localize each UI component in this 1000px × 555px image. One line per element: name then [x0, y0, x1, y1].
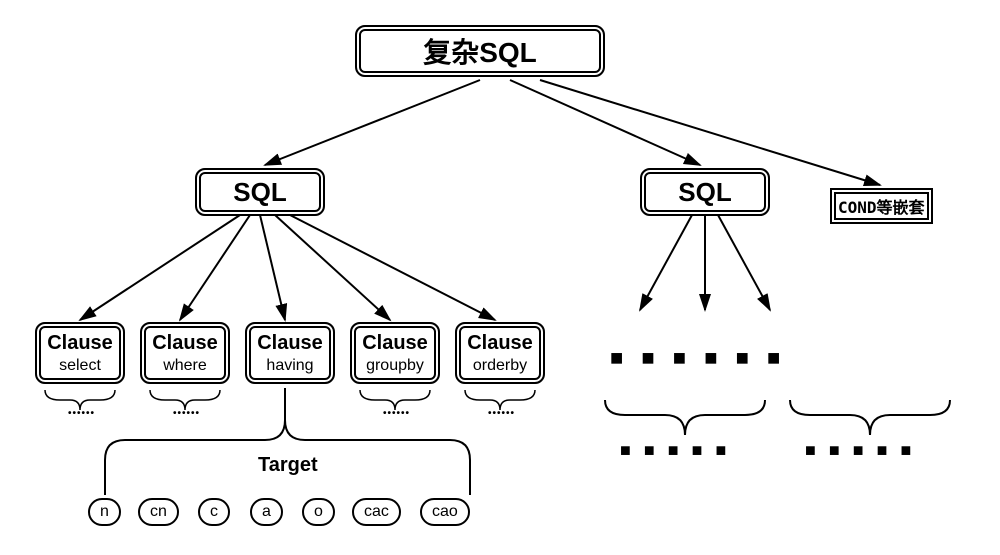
- clause-having-title: Clause: [257, 332, 323, 355]
- node-complex-sql: 复杂SQL: [355, 25, 605, 77]
- target-n: n: [88, 498, 121, 526]
- target-label: Target: [258, 454, 318, 477]
- sql-left-label: SQL: [233, 177, 286, 208]
- ellipsis-groupby: ••••••: [383, 408, 410, 419]
- clause-orderby-sub: orderby: [473, 357, 527, 375]
- node-cond-nested: COND等嵌套: [830, 188, 933, 224]
- node-clause-orderby: Clause orderby: [455, 322, 545, 384]
- target-cac: cac: [352, 498, 401, 526]
- clause-select-sub: select: [59, 357, 101, 375]
- ellipsis-sql-right-mid: ■ ■ ■ ■ ■ ■: [610, 345, 786, 371]
- clause-orderby-title: Clause: [467, 332, 533, 355]
- ellipsis-select: ••••••: [68, 408, 95, 419]
- ellipsis-orderby: ••••••: [488, 408, 515, 419]
- target-cn: cn: [138, 498, 179, 526]
- target-a: a: [250, 498, 283, 526]
- cond-label: COND等嵌套: [838, 198, 925, 217]
- ellipsis-brace-1: ■ ■ ■ ■ ■: [620, 440, 730, 461]
- clause-having-sub: having: [266, 357, 313, 375]
- target-c: c: [198, 498, 230, 526]
- ellipsis-brace-2: ■ ■ ■ ■ ■: [805, 440, 915, 461]
- connector-lines: [0, 0, 1000, 555]
- clause-groupby-sub: groupby: [366, 357, 424, 375]
- node-sql-right: SQL: [640, 168, 770, 216]
- clause-groupby-title: Clause: [362, 332, 428, 355]
- node-clause-having: Clause having: [245, 322, 335, 384]
- target-o: o: [302, 498, 335, 526]
- node-clause-groupby: Clause groupby: [350, 322, 440, 384]
- clause-where-sub: where: [163, 357, 207, 375]
- node-clause-select: Clause select: [35, 322, 125, 384]
- node-sql-left: SQL: [195, 168, 325, 216]
- clause-select-title: Clause: [47, 332, 113, 355]
- target-cao: cao: [420, 498, 470, 526]
- clause-where-title: Clause: [152, 332, 218, 355]
- node-clause-where: Clause where: [140, 322, 230, 384]
- ellipsis-where: ••••••: [173, 408, 200, 419]
- complex-sql-label: 复杂SQL: [423, 31, 537, 71]
- sql-right-label: SQL: [678, 177, 731, 208]
